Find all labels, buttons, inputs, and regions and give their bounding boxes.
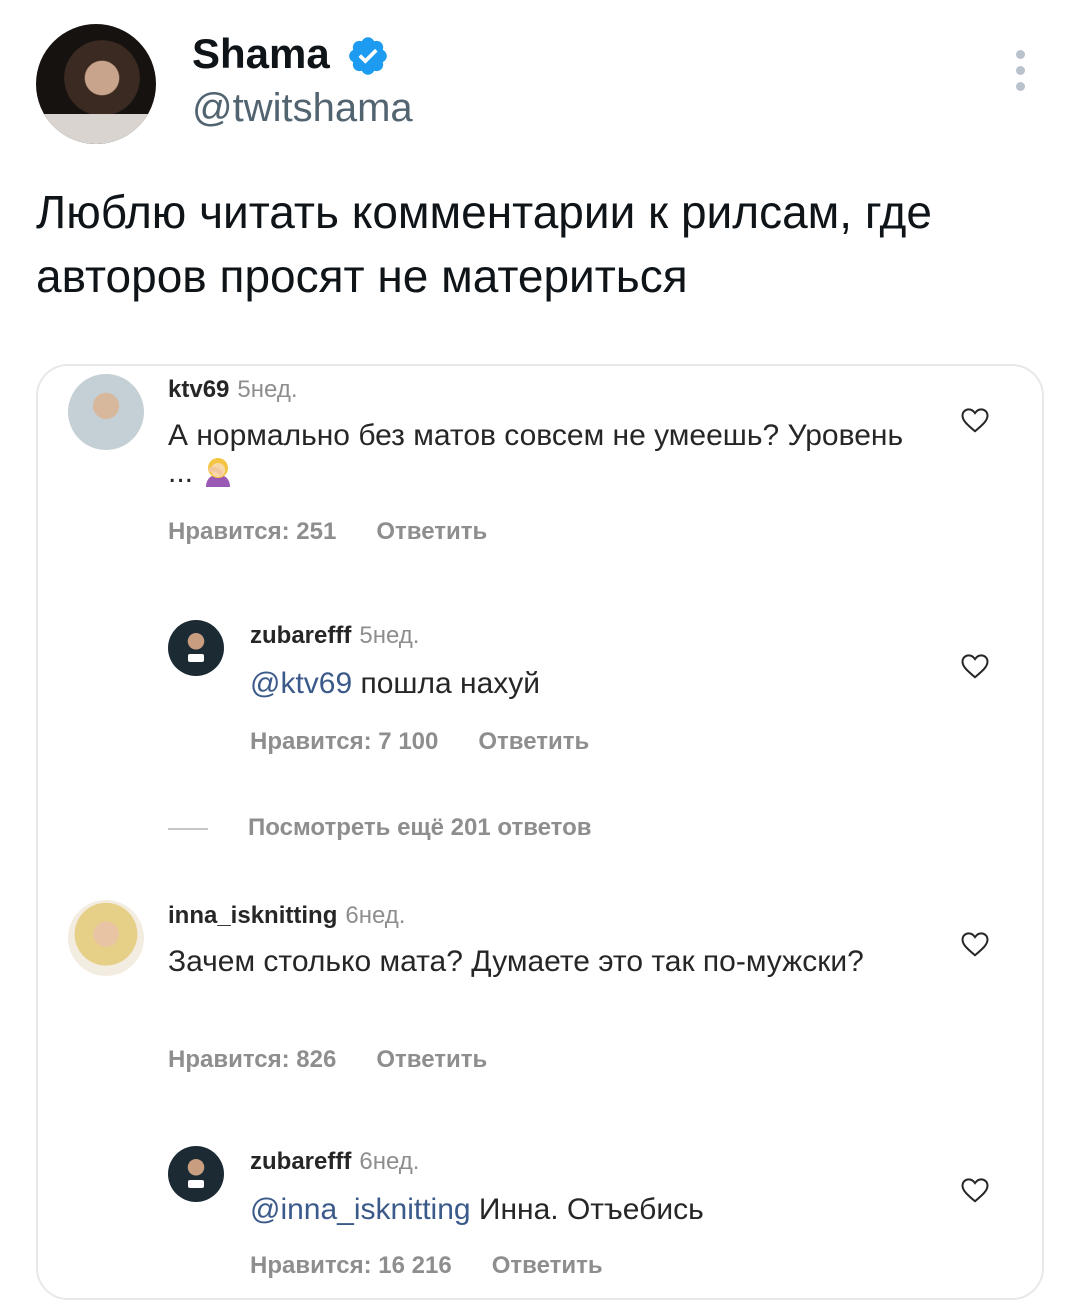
comment-username[interactable]: inna_isknitting 6нед. <box>168 902 405 930</box>
like-count: Нравится: 16 216 <box>250 1252 452 1279</box>
heart-icon[interactable] <box>960 930 990 958</box>
comment-meta: Нравится: 7 100 Ответить <box>250 728 589 756</box>
divider <box>168 827 208 830</box>
author-handle[interactable]: @twitshama <box>192 86 413 131</box>
author-avatar[interactable] <box>36 24 156 144</box>
avatar[interactable] <box>68 900 144 976</box>
avatar[interactable] <box>68 374 144 450</box>
heart-icon[interactable] <box>960 652 990 680</box>
avatar[interactable] <box>168 1146 224 1202</box>
comment-text: Зачем столько мата? Думаете это так по-м… <box>168 945 864 978</box>
comment-meta: Нравится: 826 Ответить <box>168 1046 487 1074</box>
author-name[interactable]: Shama <box>192 30 330 78</box>
heart-icon[interactable] <box>960 1176 990 1204</box>
heart-icon[interactable] <box>960 406 990 434</box>
avatar[interactable] <box>168 620 224 676</box>
comment-username[interactable]: ktv69 5нед. <box>168 376 297 404</box>
like-count: Нравится: 7 100 <box>250 728 439 755</box>
comment-text: @ktv69 пошла нахуй <box>250 667 541 700</box>
comment-meta: Нравится: 16 216 Ответить <box>250 1252 603 1280</box>
reply-button[interactable]: Ответить <box>478 728 589 755</box>
mention-link[interactable]: @ktv69 <box>250 667 352 700</box>
more-options-icon[interactable] <box>1008 50 1032 100</box>
facepalm-emoji-icon <box>201 454 235 488</box>
reply-button[interactable]: Ответить <box>376 518 487 545</box>
reply-button[interactable]: Ответить <box>492 1252 603 1279</box>
comment-username[interactable]: zubarefff 5нед. <box>250 622 419 650</box>
media-card[interactable]: ktv69 5нед. А нормально без матов совсем … <box>36 364 1044 1300</box>
comment-username[interactable]: zubarefff 6нед. <box>250 1148 419 1176</box>
verified-badge-icon <box>349 37 387 75</box>
mention-link[interactable]: @inna_isknitting <box>250 1193 471 1226</box>
reply-button[interactable]: Ответить <box>376 1046 487 1073</box>
tweet-text: Люблю читать комментарии к рилсам, где а… <box>36 186 932 302</box>
like-count: Нравится: 251 <box>168 518 337 545</box>
view-more-replies[interactable]: Посмотреть ещё 201 ответов <box>168 814 592 842</box>
comment-meta: Нравится: 251 Ответить <box>168 518 487 546</box>
comment-text: А нормально без матов совсем не умеешь? … <box>168 419 904 489</box>
comment-text: @inna_isknitting Инна. Отъебись <box>250 1193 704 1226</box>
like-count: Нравится: 826 <box>168 1046 337 1073</box>
